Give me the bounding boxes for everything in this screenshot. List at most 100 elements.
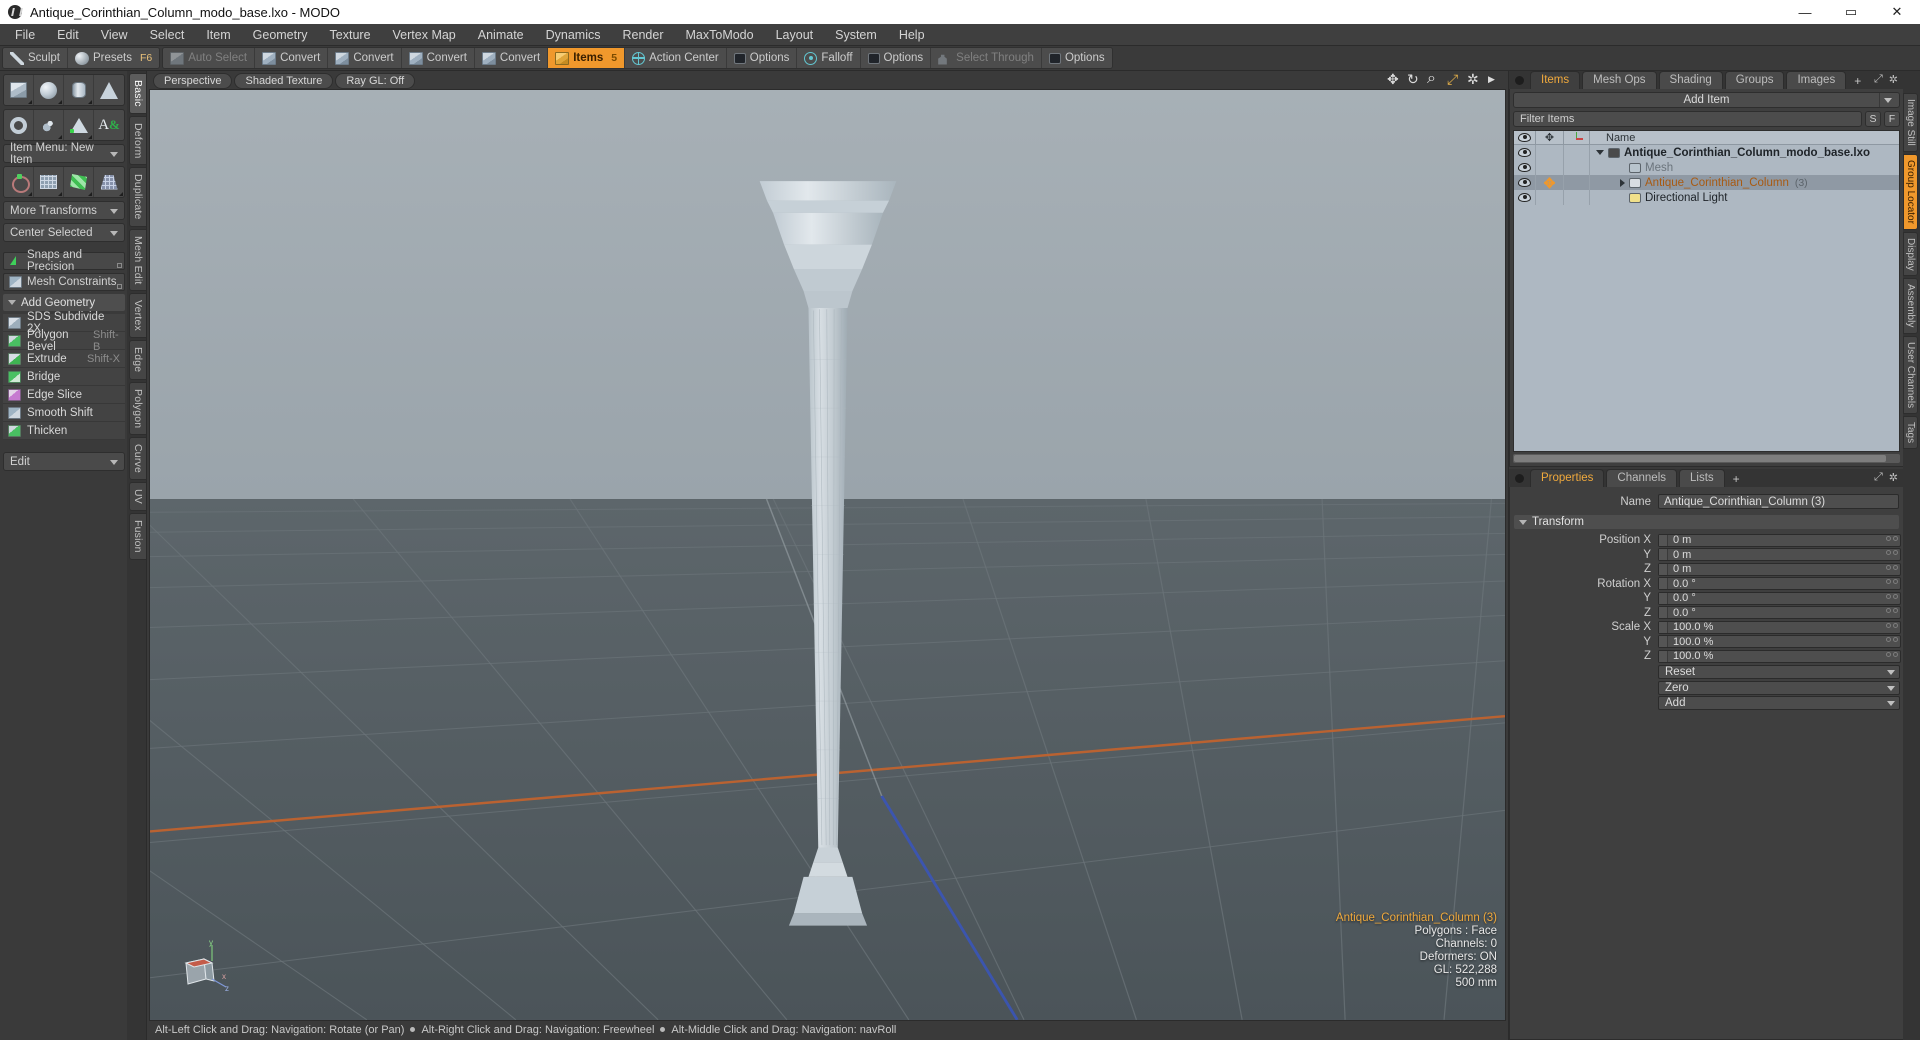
axis-toggle[interactable]	[1564, 145, 1590, 160]
left-tab-vertex[interactable]: Vertex	[129, 293, 146, 339]
fit-icon[interactable]	[1447, 71, 1460, 88]
property-drag-handle[interactable]	[1659, 621, 1668, 633]
menu-item-maxtomodo[interactable]: MaxToModo	[675, 24, 765, 46]
filter-f-button[interactable]: F	[1884, 111, 1900, 127]
center-selected-dropdown[interactable]: Center Selected	[3, 223, 125, 242]
viewport-shading-mode[interactable]: Shaded Texture	[234, 73, 334, 89]
toolbar-options-7[interactable]: Options	[726, 48, 798, 68]
transform-toggle[interactable]: ✥	[1536, 175, 1564, 190]
property-input[interactable]: 0.0 °	[1658, 591, 1901, 605]
maximize-button[interactable]: ▭	[1828, 0, 1874, 24]
green-poly-tool[interactable]	[64, 167, 95, 197]
left-tab-mesh-edit[interactable]: Mesh Edit	[129, 228, 146, 292]
property-channel-dots[interactable]	[1886, 622, 1898, 628]
snaps-and-precision-button[interactable]: Snaps and Precision	[3, 249, 125, 273]
property-channel-dots[interactable]	[1886, 651, 1898, 657]
property-channel-dots[interactable]	[1886, 593, 1898, 599]
toolbar-convert-1[interactable]: Convert	[255, 48, 329, 68]
left-tab-deform[interactable]: Deform	[129, 115, 146, 166]
expand-icon[interactable]: ⤢	[1874, 471, 1883, 484]
visibility-toggle[interactable]	[1514, 160, 1536, 175]
transform-dropdown-zero[interactable]: Zero	[1658, 680, 1900, 695]
mesh-constraints-button[interactable]: Mesh Constraints	[3, 273, 125, 291]
menu-item-edit[interactable]: Edit	[46, 24, 90, 46]
toolbar-convert-4[interactable]: Convert	[474, 48, 549, 68]
property-channel-dots[interactable]	[1886, 535, 1898, 541]
right-tab-display[interactable]: Display	[1903, 231, 1918, 277]
minimize-button[interactable]: —	[1782, 0, 1828, 24]
properties-tab-channels[interactable]: Channels	[1606, 469, 1678, 487]
geometry-tool-polygon-bevel[interactable]: Polygon Bevel Shift-B	[3, 329, 125, 353]
axis-toggle[interactable]	[1564, 160, 1590, 175]
property-drag-handle[interactable]	[1659, 534, 1668, 546]
panel-menu-knob[interactable]	[1515, 76, 1524, 85]
left-tab-uv[interactable]: UV	[129, 482, 146, 512]
menu-item-help[interactable]: Help	[888, 24, 936, 46]
tree-item-name-cell[interactable]: Mesh	[1590, 162, 1899, 174]
property-input[interactable]: 100.0 %	[1658, 635, 1901, 649]
chevron-down-icon[interactable]	[1879, 93, 1895, 107]
transform-dropdown-reset[interactable]: Reset	[1658, 665, 1900, 679]
toolbar-action-center-6[interactable]: Action Center	[625, 48, 727, 68]
transform-toggle[interactable]	[1536, 145, 1564, 160]
toolbar-items-5[interactable]: Items 5	[548, 48, 626, 68]
visibility-toggle[interactable]	[1514, 145, 1536, 160]
property-drag-handle[interactable]	[1659, 563, 1668, 575]
torus-tool[interactable]	[4, 110, 35, 140]
transform-section-header[interactable]: Transform	[1514, 515, 1899, 529]
geometry-tool-thicken[interactable]: Thicken	[3, 422, 125, 440]
property-drag-handle[interactable]	[1659, 549, 1668, 561]
toolbar-falloff-8[interactable]: Falloff	[797, 48, 861, 68]
right-tab-tags[interactable]: Tags	[1903, 415, 1918, 450]
add-item-button[interactable]: Add Item	[1513, 92, 1900, 108]
sphere-tool[interactable]	[34, 75, 65, 105]
transform-dropdown-add[interactable]: Add	[1658, 696, 1900, 710]
property-input[interactable]: 0 m	[1658, 533, 1901, 547]
menu-item-layout[interactable]: Layout	[765, 24, 825, 46]
properties-tab-lists[interactable]: Lists	[1679, 469, 1725, 487]
property-input[interactable]: 0.0 °	[1658, 577, 1901, 591]
property-input[interactable]: 100.0 %	[1658, 649, 1901, 663]
property-channel-dots[interactable]	[1886, 564, 1898, 570]
menu-item-view[interactable]: View	[90, 24, 139, 46]
items-tab-images[interactable]: Images	[1786, 71, 1847, 89]
transform-toggle[interactable]	[1536, 190, 1564, 205]
items-tab-groups[interactable]: Groups	[1724, 71, 1785, 89]
left-tab-basic[interactable]: Basic	[129, 73, 146, 114]
filter-s-button[interactable]: S	[1865, 111, 1881, 127]
rotate-icon[interactable]	[1407, 71, 1420, 88]
property-input[interactable]: 100.0 %	[1658, 620, 1901, 634]
gear-icon[interactable]	[1467, 71, 1480, 88]
cylinder-tool[interactable]	[64, 75, 95, 105]
viewport-raygl-mode[interactable]: Ray GL: Off	[335, 73, 416, 89]
panel-menu-knob[interactable]	[1515, 474, 1524, 483]
property-input[interactable]: 0 m	[1658, 548, 1901, 562]
item-tree[interactable]: ✥ Name Antique_Corinthian_Column_modo_ba…	[1513, 130, 1900, 452]
property-channel-dots[interactable]	[1886, 579, 1898, 585]
items-tab-mesh-ops[interactable]: Mesh Ops	[1582, 71, 1657, 89]
visibility-toggle[interactable]	[1514, 175, 1536, 190]
left-tab-duplicate[interactable]: Duplicate	[129, 167, 146, 227]
play-icon[interactable]	[1487, 74, 1500, 88]
menu-item-select[interactable]: Select	[139, 24, 196, 46]
grid-tool[interactable]	[34, 167, 65, 197]
properties-tab-add-tab-button[interactable]: +	[1727, 471, 1746, 487]
expand-icon[interactable]: ⤢	[1874, 73, 1883, 86]
expand-triangle-icon[interactable]	[1620, 178, 1625, 187]
property-drag-handle[interactable]	[1659, 578, 1668, 590]
property-input[interactable]: 0.0 °	[1658, 606, 1901, 620]
table-row[interactable]: Antique_Corinthian_Column_modo_base.lxo	[1514, 145, 1899, 160]
menu-item-item[interactable]: Item	[195, 24, 241, 46]
tree-item-name-cell[interactable]: Directional Light	[1590, 192, 1899, 204]
expand-triangle-icon[interactable]	[1596, 150, 1604, 155]
triangle-tool[interactable]	[64, 110, 95, 140]
menu-item-geometry[interactable]: Geometry	[242, 24, 319, 46]
transform-toggle[interactable]	[1536, 160, 1564, 175]
corinthian-column-model[interactable]	[705, 164, 949, 945]
menu-item-vertex-map[interactable]: Vertex Map	[382, 24, 467, 46]
zoom-icon[interactable]	[1427, 70, 1440, 88]
viewport-3d[interactable]: Antique_Corinthian_Column (3) Polygons :…	[149, 89, 1506, 1021]
property-channel-dots[interactable]	[1886, 637, 1898, 643]
right-tab-image-still[interactable]: Image Still	[1903, 93, 1918, 152]
gear-icon[interactable]: ✲	[1889, 471, 1898, 484]
